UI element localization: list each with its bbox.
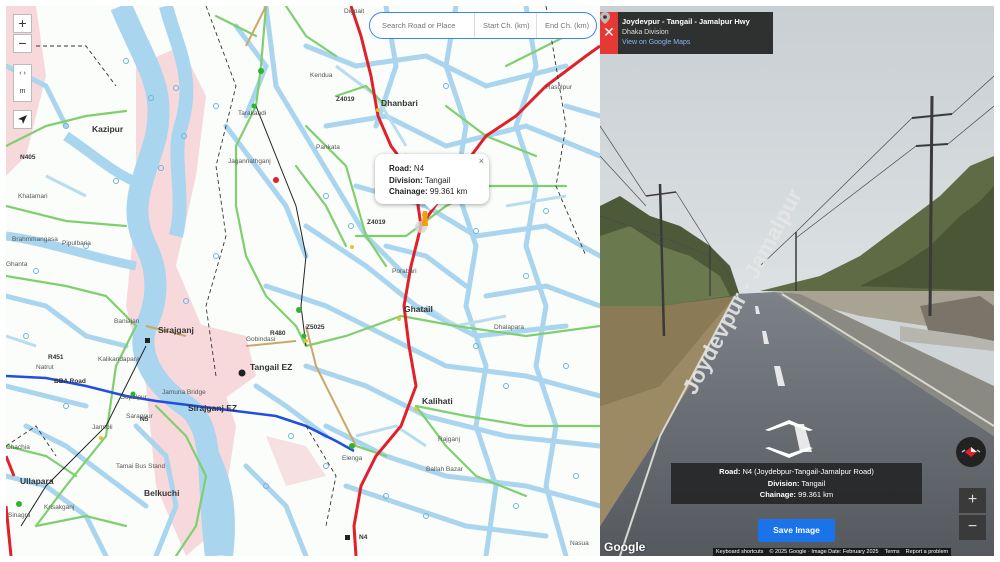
map-label-place: Gobindasi [246,336,276,343]
map-label-road: Z5025 [306,324,325,331]
map-label-place: Baniajan [114,318,140,325]
road-search-bar [369,12,597,39]
terms-link[interactable]: Terms [882,548,903,556]
map-label-road: N4 [359,534,368,541]
road-search-input[interactable] [370,13,474,38]
map-label-place: Porabari [392,268,417,275]
info-road-value: N4 (Joydebpur-Tangail-Jamalpur Road) [742,467,874,476]
map-label-ullapara: Ullapara [20,476,54,486]
road-info-popup: × Road: N4 Division: Tangail Chainage: 9… [375,154,489,210]
map-label-place: Krisakganj [44,504,75,511]
scale-top-label: ‹ › [19,70,26,77]
street-view-header: ✕ Joydevpur - Tangail - Jamalpur Hwy Dha… [600,12,773,54]
popup-chainage-value: 99.361 km [429,187,468,196]
location-pin-icon[interactable] [600,12,610,24]
end-chainage-input[interactable] [536,13,596,38]
map-label-place: Chachia [6,444,30,451]
image-date-text: © 2025 Google · Image Date: February 202… [769,549,879,555]
road-map[interactable]: Kazipur Dhanbari Ghatail Sirajganj Tanga… [6,6,600,556]
map-label-place: Rasulpur [546,84,573,91]
map-label-road: Z4019 [367,219,386,226]
view-on-google-maps-link[interactable]: View on Google Maps [622,39,690,46]
map-label-place: Dhalapara [494,324,524,331]
map-label-place: Pankata [316,144,340,151]
popup-chainage-label: Chainage: [389,187,428,196]
map-label-place: Jamtoli [92,424,113,431]
nav-arrow-back-icon[interactable] [763,446,815,460]
road-marker-pin [415,211,428,233]
map-label-road: BBA Road [54,378,86,385]
map-label-ghatail: Ghatail [404,304,433,314]
map-label-place: Ballah Bazar [426,466,463,473]
map-label-place: Digpait [344,8,365,15]
map-label-place: Rajganj [438,436,461,443]
scale-unit-label: m [19,88,26,95]
map-zoom-out-button[interactable]: − [13,34,32,53]
start-chainage-input[interactable] [474,13,536,38]
street-view-zoom-in-button[interactable]: + [959,488,986,513]
map-label-place: Pipulbaria [62,240,91,247]
keyboard-shortcuts-link[interactable]: Keyboard shortcuts [713,548,766,556]
map-label-place: Khatamari [18,193,48,200]
map-label-place: Elenga [342,455,363,462]
map-label-place: Natrut [36,364,54,371]
save-image-button[interactable]: Save Image [758,519,835,542]
report-problem-link[interactable]: Report a problem [903,548,952,556]
map-label-road: R480 [270,330,286,337]
navigation-arrow-icon [18,115,27,124]
street-view-title: Joydevpur - Tangail - Jamalpur Hwy [622,17,750,26]
locate-me-button[interactable] [13,110,32,129]
info-chainage-label: Chainage: [759,490,797,499]
map-label-road: N405 [20,154,36,161]
map-label-belkuchi: Belkuchi [144,488,180,498]
popup-close-button[interactable]: × [479,156,484,168]
map-label-road: Z4019 [336,96,355,103]
map-label-road: R451 [48,354,64,361]
popup-division-label: Division: [389,175,423,185]
map-canvas [6,6,600,556]
popup-road-value: N4 [413,164,425,173]
map-label-place: Nasua [570,540,589,547]
map-label-sirajganj: Sirajganj [158,325,194,335]
info-division-value: Tangail [801,478,826,488]
popup-tail [425,204,437,210]
info-division-label: Division: [767,478,800,488]
street-view-zoom-out-button[interactable]: − [959,515,986,540]
map-label-place: Tarakandi [238,110,267,117]
info-chainage-value: 99.361 km [798,490,834,499]
popup-road-label: Road: [389,164,412,173]
map-label-kazipur: Kazipur [92,124,124,134]
map-label-kalihati: Kalihati [422,396,453,406]
map-label-place: Ghanta [6,261,28,268]
popup-division-value: Tangail [424,175,451,185]
map-label-road: N5 [140,416,149,423]
map-label-place: Jagannathganj [228,158,271,165]
map-label-tangail-ez: Tangail EZ [250,362,293,372]
map-zoom-in-button[interactable]: + [13,14,32,33]
map-label-place: Gopalpur [120,394,147,401]
map-label-dhanbari: Dhanbari [381,98,418,108]
map-label-place: Kalikandapara [98,356,140,363]
map-label-sirajganj-ez: Sirajganj EZ [188,403,238,413]
map-label-place: Tamai Bus Stand [116,463,166,470]
map-label-place: Jamuna Bridge [162,389,206,396]
info-road-label: Road: [719,467,741,476]
compass-control[interactable] [956,437,986,467]
attribution-bar: Keyboard shortcuts © 2025 Google · Image… [713,548,952,556]
nav-arrow-forward-icon[interactable] [763,418,815,432]
street-view-panel[interactable]: Joydevpur - Jamalpur ✕ Joydevpur - Tanga… [600,6,994,556]
map-label-place: Sinagra [8,512,31,519]
street-view-subtitle: Dhaka Division [622,29,669,36]
map-label-place: Brahmmangasa [12,236,58,243]
street-view-info-box: Road: N4 (Joydebpur-Tangail-Jamalpur Roa… [671,463,922,504]
compass-icon [961,447,981,457]
google-logo: Google [604,540,646,554]
map-label-place: Kendua [310,72,333,79]
map-scale-control[interactable]: ‹ › m [13,64,32,102]
